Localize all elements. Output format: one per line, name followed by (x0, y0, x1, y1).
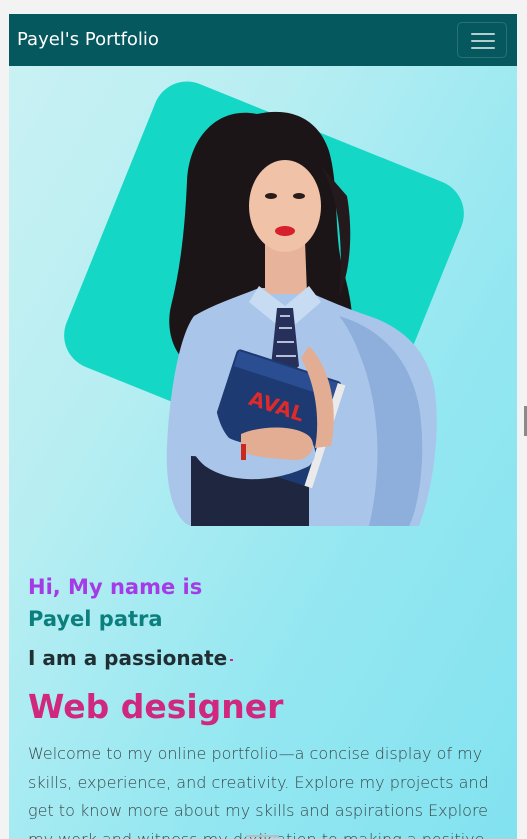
greeting-text: Hi, My name is (28, 575, 203, 600)
intro-paragraph: Welcome to my online portfolio—a concise… (28, 744, 489, 839)
person-name: Payel patra (28, 607, 163, 632)
role-title: Web designer (28, 687, 284, 727)
profile-photo: AVAL (166, 111, 437, 526)
brand-link[interactable]: Payel's Portfolio (17, 29, 159, 51)
navbar-toggler-button[interactable] (457, 22, 507, 58)
bottom-handle (246, 835, 279, 837)
navbar: Payel's Portfolio (9, 14, 517, 66)
typing-cursor (230, 659, 233, 661)
browser-viewport: Payel's Portfolio AVAL Hi, My name is Pa… (9, 14, 517, 839)
hero-section: AVAL Hi, My name is Payel patra I am a p… (9, 66, 517, 839)
tagline-text: I am a passionate (28, 646, 228, 670)
